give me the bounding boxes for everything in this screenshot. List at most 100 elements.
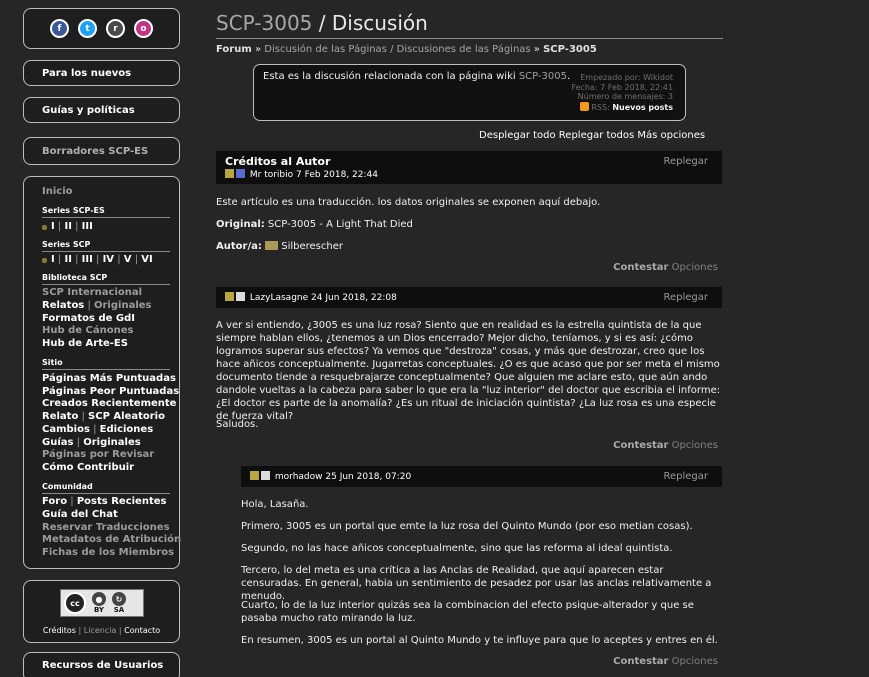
reddit-icon[interactable]: r bbox=[106, 19, 125, 38]
contact-link[interactable]: Contacto bbox=[124, 626, 160, 635]
post-text: A ver si entiendo, ¿3005 es una luz rosa… bbox=[216, 320, 721, 422]
menu-canons[interactable]: Hub de Cánones bbox=[42, 325, 133, 336]
post-author[interactable]: LazyLasagne bbox=[250, 293, 308, 303]
license-link[interactable]: Licencia bbox=[84, 626, 117, 635]
nav-button-guides[interactable]: Guías y políticas bbox=[23, 97, 180, 123]
menu-contribute[interactable]: Cómo Contribuir bbox=[42, 462, 134, 473]
post-text: Cuarto, lo de la luz interior quizás sea… bbox=[241, 600, 694, 624]
new-posts-link[interactable]: Nuevos posts bbox=[612, 103, 673, 112]
menu-attribution[interactable]: Metadatos de Atribución bbox=[42, 534, 181, 545]
menu-divider bbox=[42, 369, 170, 370]
nav-button-user-resources[interactable]: Recursos de Usuarios bbox=[23, 652, 180, 677]
reply-link[interactable]: Contestar bbox=[613, 440, 668, 451]
menu-series-es-3[interactable]: III bbox=[82, 221, 93, 232]
nav-guides-label: Guías y políticas bbox=[42, 104, 135, 116]
user-avatar-icon[interactable] bbox=[261, 471, 270, 480]
user-resources-label: Recursos de Usuarios bbox=[42, 659, 164, 671]
options-link[interactable]: Opciones bbox=[672, 440, 718, 451]
bullet-icon bbox=[42, 225, 47, 230]
post-text: Saludos. bbox=[216, 419, 259, 430]
menu-divider bbox=[42, 251, 170, 252]
post-original-line: Original: SCP-3005 - A Light That Died bbox=[216, 218, 722, 231]
facebook-glyph: f bbox=[57, 23, 62, 34]
menu-members[interactable]: Fichas de los Miembros bbox=[42, 547, 174, 558]
page-title-link[interactable]: SCP-3005 bbox=[216, 11, 312, 35]
menu-series-es-2[interactable]: II bbox=[64, 221, 71, 232]
menu-guides[interactable]: Guías bbox=[42, 437, 73, 448]
facebook-icon[interactable]: f bbox=[50, 19, 69, 38]
menu-heading-community: Comunidad bbox=[42, 482, 93, 491]
post-author[interactable]: Mr toribio bbox=[250, 170, 293, 180]
post-author[interactable]: morhadow bbox=[275, 472, 323, 482]
fold-link[interactable]: Replegar bbox=[663, 471, 708, 482]
thread-started-by: Empezado por: Wikidot bbox=[580, 73, 673, 82]
menu-tales-row: Relatos | Originales bbox=[42, 300, 152, 311]
breadcrumb-category[interactable]: Discusión de las Páginas / Discusiones d… bbox=[264, 44, 530, 55]
by-block: ● BY bbox=[92, 592, 106, 614]
menu-series-5[interactable]: V bbox=[124, 254, 132, 265]
fold-link[interactable]: Replegar bbox=[663, 292, 708, 303]
menu-series-2[interactable]: II bbox=[64, 254, 71, 265]
post-header: Créditos al Autor Mr toribio 7 Feb 2018,… bbox=[216, 151, 722, 184]
credits-link[interactable]: Créditos bbox=[43, 626, 76, 635]
user-karma-icon bbox=[225, 169, 234, 178]
menu-to-review[interactable]: Páginas por Revisar bbox=[42, 449, 154, 460]
post-text: Segundo, no las hace añicos conceptualme… bbox=[241, 543, 673, 554]
breadcrumb-forum[interactable]: Forum bbox=[216, 44, 252, 55]
menu-gdi[interactable]: Formatos de GdI bbox=[42, 313, 135, 324]
menu-recent-posts[interactable]: Posts Recientes bbox=[77, 496, 167, 507]
menu-series-4[interactable]: IV bbox=[103, 254, 114, 265]
options-link[interactable]: Opciones bbox=[672, 262, 718, 273]
menu-random-row: Relato | SCP Aleatorio bbox=[42, 411, 165, 422]
user-avatar-icon[interactable] bbox=[236, 292, 245, 301]
menu-random-scp[interactable]: SCP Aleatorio bbox=[88, 411, 165, 422]
menu-recent[interactable]: Creados Recientemente bbox=[42, 398, 176, 409]
reply-link[interactable]: Contestar bbox=[613, 656, 668, 667]
post-date: 7 Feb 2018, 22:44 bbox=[296, 170, 378, 180]
menu-series-3[interactable]: III bbox=[82, 254, 93, 265]
menu-heading-series: Series SCP bbox=[42, 240, 91, 249]
menu-reserve[interactable]: Reservar Traducciones bbox=[42, 522, 170, 533]
author-label: Autor/a: bbox=[216, 241, 262, 252]
fold-link[interactable]: Replegar bbox=[663, 156, 708, 167]
thread-actions[interactable]: Desplegar todo Replegar todos Más opcion… bbox=[479, 130, 705, 141]
author-value[interactable]: Silberescher bbox=[281, 241, 343, 252]
post-title: Créditos al Autor bbox=[225, 155, 331, 168]
menu-changes[interactable]: Cambios bbox=[42, 424, 90, 435]
menu-forum[interactable]: Foro bbox=[42, 496, 67, 507]
user-avatar-icon[interactable] bbox=[236, 169, 245, 178]
menu-random-tale[interactable]: Relato bbox=[42, 411, 78, 422]
menu-edits[interactable]: Ediciones bbox=[100, 424, 154, 435]
original-value[interactable]: SCP-3005 - A Light That Died bbox=[265, 219, 413, 230]
menu-art[interactable]: Hub de Arte-ES bbox=[42, 338, 128, 349]
menu-chat[interactable]: Guía del Chat bbox=[42, 509, 118, 520]
nav-new-label: Para los nuevos bbox=[42, 67, 132, 79]
options-link[interactable]: Opciones bbox=[672, 656, 718, 667]
post-author-credit: Autor/a: Silberescher bbox=[216, 240, 722, 253]
side-menu: Inicio Series SCP-ES I | II | III Series… bbox=[23, 176, 181, 569]
thread-description-text: Esta es la discusión relacionada con la … bbox=[263, 71, 519, 82]
instagram-icon[interactable]: o bbox=[134, 19, 153, 38]
menu-top-rated[interactable]: Páginas Más Puntuadas bbox=[42, 373, 176, 384]
title-divider bbox=[216, 38, 723, 39]
menu-forum-row: Foro | Posts Recientes bbox=[42, 496, 167, 507]
thread-date: Fecha: 7 Feb 2018, 22:41 bbox=[571, 82, 673, 92]
twitter-icon[interactable]: t bbox=[78, 19, 97, 38]
menu-guides-originals[interactable]: Originales bbox=[83, 437, 140, 448]
reply-link[interactable]: Contestar bbox=[613, 262, 668, 273]
post-text: Tercero, lo del meta es una crítica a la… bbox=[241, 565, 712, 602]
menu-originals[interactable]: Originales bbox=[94, 300, 151, 311]
sa-block: ↻ SA bbox=[112, 592, 126, 614]
thread-page-link[interactable]: SCP-3005 bbox=[519, 71, 567, 82]
nav-button-new[interactable]: Para los nuevos bbox=[23, 60, 180, 86]
menu-series-6[interactable]: VI bbox=[141, 254, 152, 265]
menu-international[interactable]: SCP Internacional bbox=[42, 287, 142, 298]
cc-license-badge[interactable]: cc ● BY ↻ SA bbox=[60, 589, 144, 617]
menu-home[interactable]: Inicio bbox=[42, 186, 73, 197]
post-header: morhadow 25 Jun 2018, 07:20 Replegar bbox=[241, 466, 722, 487]
nav-button-drafts[interactable]: Borradores SCP-ES bbox=[23, 137, 180, 165]
menu-lowest-rated[interactable]: Páginas Peor Puntuadas bbox=[42, 386, 179, 397]
post-text: En resumen, 3005 es un portal al Quinto … bbox=[241, 635, 718, 646]
menu-tales[interactable]: Relatos bbox=[42, 300, 84, 311]
user-avatar-icon bbox=[265, 241, 279, 250]
